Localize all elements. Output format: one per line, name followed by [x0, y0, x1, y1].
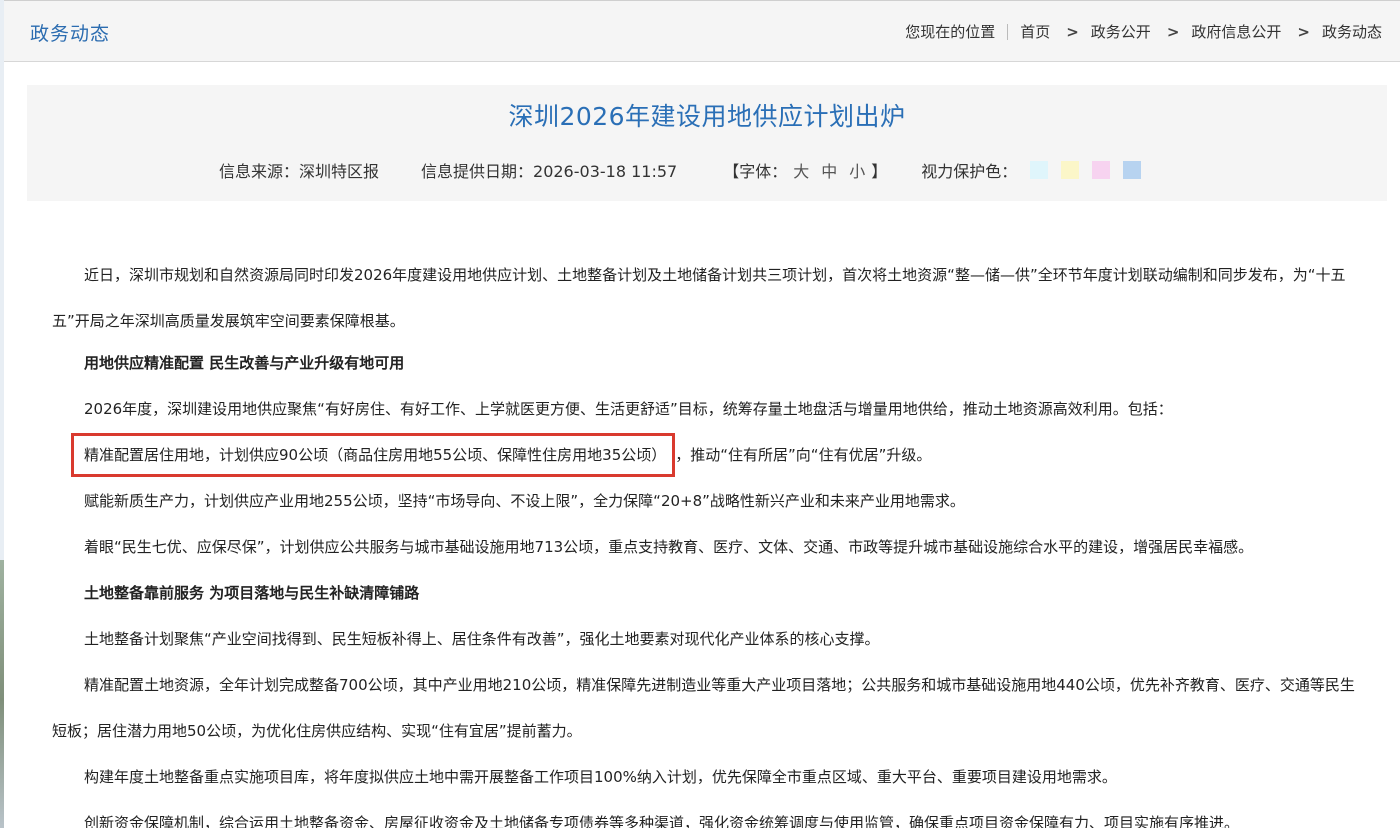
section-heading-supply: 用地供应精准配置 民生改善与产业升级有地可用	[84, 354, 405, 372]
section-heading-consolidation: 土地整备靠前服务 为项目落地与民生补缺清障铺路	[84, 584, 420, 602]
window-edge	[0, 0, 4, 828]
font-size-small-link[interactable]: 小	[849, 158, 865, 182]
font-size-medium-link[interactable]: 中	[821, 158, 837, 182]
paragraph-supply-goal: 2026年度，深圳建设用地供应聚焦“有好房住、有好工作、上学就医更方便、生活更舒…	[84, 400, 1173, 418]
breadcrumb-divider	[1007, 23, 1009, 40]
breadcrumb-separator: >	[1166, 22, 1180, 41]
residential-text-rest: ，推动“住有所居”向“住有优居”升级。	[675, 446, 932, 464]
breadcrumb: 您现在的位置 首页 > 政务公开 > 政府信息公开 > 政务动态	[905, 21, 1382, 42]
eye-care-color-blue[interactable]	[1123, 161, 1142, 179]
article-body: 近日，深圳市规划和自然资源局同时印发2026年度建设用地供应计划、土地整备计划及…	[52, 252, 1368, 828]
eye-care-label: 视力保护色：	[921, 162, 1018, 181]
font-size-close: 】	[871, 162, 888, 181]
eye-care-color-yellow[interactable]	[1061, 161, 1080, 179]
font-size-label: 【字体：	[723, 162, 788, 181]
paragraph-consolidation-focus: 土地整备计划聚焦“产业空间找得到、民生短板补得上、居住条件有改善”，强化土地要素…	[84, 630, 880, 648]
paragraph-project-library: 构建年度土地整备重点实施项目库，将年度拟供应土地中需开展整备工作项目100%纳入…	[84, 768, 1117, 786]
top-bar: 政务动态 您现在的位置 首页 > 政务公开 > 政府信息公开 > 政务动态	[4, 0, 1400, 62]
paragraph-consolidation-allocation: 精准配置土地资源，全年计划完成整备700公顷，其中产业用地210公顷，精准保障先…	[52, 676, 1355, 740]
breadcrumb-separator: >	[1297, 22, 1310, 41]
eye-care-color-pink[interactable]	[1092, 161, 1111, 179]
paragraph-intro: 近日，深圳市规划和自然资源局同时印发2026年度建设用地供应计划、土地整备计划及…	[52, 266, 1346, 330]
paragraph-residential: 精准配置居住用地，计划供应90公顷（商品住房用地55公顷、保障性住房用地35公顷…	[52, 432, 1368, 478]
article-meta: 信息来源：深圳特区报 信息提供日期：2026-03-18 11:57 【字体： …	[219, 158, 1142, 182]
eye-care-color-cyan[interactable]	[1030, 161, 1049, 179]
breadcrumb-separator: >	[1066, 22, 1079, 41]
source-text: 信息来源：深圳特区报	[219, 162, 380, 181]
paragraph-industrial: 赋能新质生产力，计划供应产业用地255公顷，坚持“市场导向、不设上限”，全力保障…	[84, 492, 965, 510]
location-label: 您现在的位置	[905, 23, 996, 41]
font-size-large-link[interactable]: 大	[793, 158, 809, 182]
highlighted-residential-text: 精准配置居住用地，计划供应90公顷（商品住房用地55公顷、保障性住房用地35公顷…	[71, 433, 676, 477]
breadcrumb-gov-news-link[interactable]: 政务动态	[1322, 21, 1382, 42]
section-title[interactable]: 政务动态	[30, 19, 110, 46]
paragraph-funding: 创新资金保障机制，综合运用土地整备资金、房屋征收资金及土地储备专项债券等多种渠道…	[84, 814, 1240, 828]
article-title: 深圳2026年建设用地供应计划出炉	[508, 102, 906, 131]
article-header: 深圳2026年建设用地供应计划出炉 信息来源：深圳特区报 信息提供日期：2026…	[27, 85, 1387, 201]
breadcrumb-home-link[interactable]: 首页	[1020, 21, 1050, 42]
paragraph-public-service: 着眼“民生七优、应保尽保”，计划供应公共服务与城市基础设施用地713公顷，重点支…	[84, 538, 1254, 556]
breadcrumb-gov-info-link[interactable]: 政府信息公开	[1191, 21, 1281, 42]
date-text: 信息提供日期：2026-03-18 11:57	[421, 162, 678, 181]
breadcrumb-gov-public-link[interactable]: 政务公开	[1091, 21, 1151, 42]
